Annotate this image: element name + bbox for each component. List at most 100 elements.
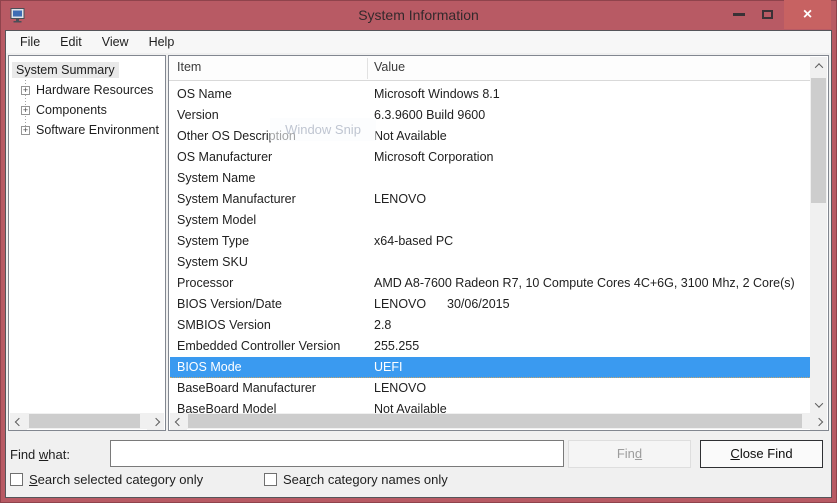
expand-icon[interactable]: + (21, 86, 30, 95)
find-button[interactable]: Find (568, 440, 691, 468)
table-row[interactable]: SMBIOS Version 2.8 (170, 315, 810, 336)
table-row[interactable]: Processor AMD A8-7600 Radeon R7, 10 Comp… (170, 273, 810, 294)
row-value-cell: 2.8 (374, 315, 808, 336)
tree-item-label: Hardware Resources (32, 82, 157, 98)
column-header-value[interactable]: Value (374, 60, 405, 74)
row-value-cell: 255.255 (374, 336, 808, 357)
maximize-icon (762, 10, 773, 19)
scroll-down-icon[interactable] (810, 396, 827, 413)
row-item-cell: SMBIOS Version (177, 315, 271, 336)
find-bar: Find what: Find Close Find Search select… (6, 431, 831, 494)
checkbox-group[interactable]: Search category names only (264, 472, 448, 487)
row-value-cell: Microsoft Corporation (374, 147, 808, 168)
checkbox-row: Search selected category only Search cat… (6, 472, 831, 488)
close-button[interactable]: × (784, 0, 831, 29)
table-row[interactable]: System Type x64-based PC (170, 231, 810, 252)
scroll-right-icon[interactable] (810, 413, 827, 430)
row-item-cell: System SKU (177, 252, 248, 273)
row-item-cell: BIOS Mode (177, 357, 242, 378)
table-row[interactable]: OS Manufacturer Microsoft Corporation (170, 147, 810, 168)
row-value-cell: 6.3.9600 Build 9600 (374, 105, 808, 126)
list-horizontal-scrollbar[interactable] (170, 413, 810, 429)
table-row[interactable]: BaseBoard Model Not Available (170, 399, 810, 413)
scrollbar-thumb[interactable] (811, 78, 826, 203)
tree-item[interactable]: System Summary (9, 60, 165, 80)
column-divider[interactable] (367, 58, 368, 79)
maximize-button[interactable] (754, 0, 780, 29)
row-value2-cell: 30/06/2015 (447, 294, 510, 315)
window-title: System Information (0, 0, 837, 30)
table-row[interactable]: Other OS Description Not Available (170, 126, 810, 147)
menu-item[interactable]: Edit (50, 31, 92, 53)
minimize-button[interactable] (726, 0, 752, 29)
tree-item[interactable]: + Components (9, 100, 165, 120)
row-value-cell: Microsoft Windows 8.1 (374, 84, 808, 105)
row-item-cell: OS Name (177, 84, 232, 105)
table-row[interactable]: BIOS Mode UEFI (170, 357, 810, 378)
row-item-cell: BaseBoard Manufacturer (177, 378, 316, 399)
row-value-cell: x64-based PC (374, 231, 808, 252)
table-row[interactable]: System SKU (170, 252, 810, 273)
scroll-left-icon[interactable] (170, 413, 187, 430)
row-item-cell: BaseBoard Model (177, 399, 276, 413)
checkbox[interactable] (264, 473, 277, 486)
row-item-cell: System Name (177, 168, 256, 189)
scroll-right-icon[interactable] (147, 413, 164, 430)
expand-icon[interactable]: + (21, 106, 30, 115)
checkbox-label: Search category names only (283, 472, 448, 487)
window-snip-ghost: Window Snip (270, 118, 376, 141)
table-row[interactable]: System Manufacturer LENOVO (170, 189, 810, 210)
row-item-cell: BIOS Version/Date (177, 294, 282, 315)
table-row[interactable]: OS Name Microsoft Windows 8.1 (170, 84, 810, 105)
details-list: Item Value OS Name Microsoft Windows 8.1… (168, 55, 829, 431)
row-item-cell: Processor (177, 273, 233, 294)
find-input[interactable] (110, 440, 564, 467)
column-header-item[interactable]: Item (177, 60, 201, 74)
row-value-cell: LENOVO (374, 378, 808, 399)
table-row[interactable]: System Model (170, 210, 810, 231)
row-value-cell: UEFI (374, 357, 808, 378)
system-information-window: System Information × FileEditViewHelp Sy… (0, 0, 837, 503)
tree-item-label: Components (32, 102, 111, 118)
list-rows: OS Name Microsoft Windows 8.1 Version 6.… (170, 84, 810, 413)
table-row[interactable]: Version 6.3.9600 Build 9600 (170, 105, 810, 126)
titlebar[interactable]: System Information × (0, 0, 837, 30)
expand-icon[interactable]: + (21, 126, 30, 135)
table-row[interactable]: BIOS Version/Date LENOVO 30/06/2015 (170, 294, 810, 315)
menu-item[interactable]: File (10, 31, 50, 53)
tree-item[interactable]: + Software Environment (9, 120, 165, 140)
scroll-left-icon[interactable] (10, 413, 27, 430)
row-value-cell: LENOVO (374, 189, 808, 210)
table-row[interactable]: BaseBoard Manufacturer LENOVO (170, 378, 810, 399)
row-item-cell: System Model (177, 210, 256, 231)
table-row[interactable]: Embedded Controller Version 255.255 (170, 336, 810, 357)
scroll-up-icon[interactable] (810, 57, 827, 74)
row-item-cell: OS Manufacturer (177, 147, 272, 168)
menu-item[interactable]: Help (139, 31, 185, 53)
tree-item-label: Software Environment (32, 122, 163, 138)
row-value-cell: AMD A8-7600 Radeon R7, 10 Compute Cores … (374, 273, 808, 294)
checkbox[interactable] (10, 473, 23, 486)
checkbox-group[interactable]: Search selected category only (10, 472, 203, 487)
row-value-cell: Not Available (374, 399, 808, 413)
row-value-cell: Not Available (374, 126, 808, 147)
row-item-cell: System Type (177, 231, 249, 252)
category-tree: System Summary + Hardware Resources + Co… (8, 55, 166, 431)
close-find-button[interactable]: Close Find (700, 440, 823, 468)
tree-horizontal-scrollbar[interactable] (10, 413, 164, 429)
tree-item[interactable]: + Hardware Resources (9, 80, 165, 100)
scrollbar-thumb[interactable] (29, 414, 140, 428)
scrollbar-thumb[interactable] (188, 414, 802, 428)
vertical-scrollbar[interactable] (810, 57, 827, 413)
find-what-label: Find what: (10, 447, 70, 462)
row-item-cell: System Manufacturer (177, 189, 296, 210)
table-row[interactable]: System Name (170, 168, 810, 189)
tree-item-label: System Summary (12, 62, 119, 78)
row-item-cell: Embedded Controller Version (177, 336, 340, 357)
tree-items: System Summary + Hardware Resources + Co… (9, 60, 165, 140)
row-value-cell: LENOVO (374, 294, 426, 315)
list-header: Item Value (169, 56, 811, 81)
menu-item[interactable]: View (92, 31, 139, 53)
minimize-icon (733, 13, 745, 16)
menu-bar: FileEditViewHelp (6, 31, 831, 53)
